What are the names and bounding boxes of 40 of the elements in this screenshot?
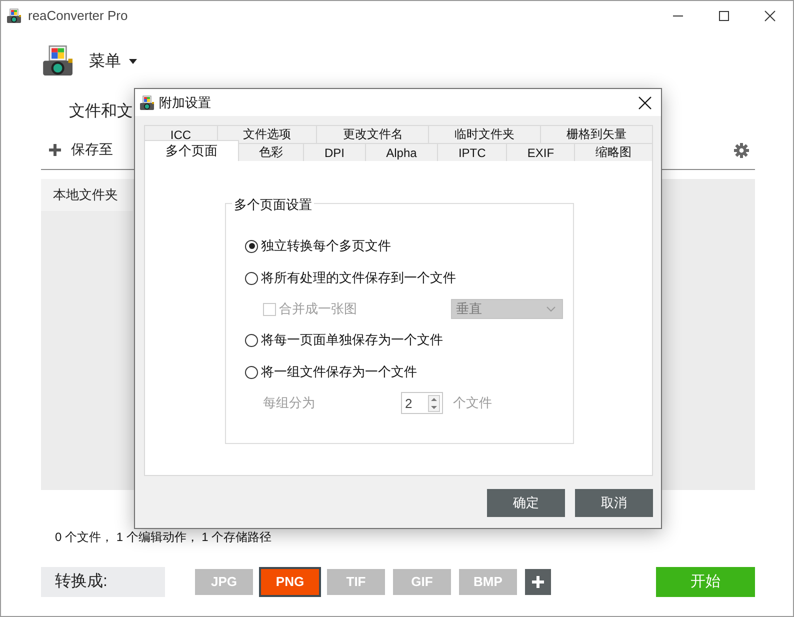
- tab[interactable]: 更改文件名: [316, 125, 430, 143]
- caret-icon[interactable]: [129, 58, 137, 64]
- app-logo-icon: [41, 44, 75, 78]
- group-title: 多个页面设置: [232, 196, 314, 214]
- tab[interactable]: 色彩: [238, 143, 304, 161]
- tab[interactable]: 多个页面: [144, 140, 239, 161]
- tab[interactable]: 栅格到矢量: [540, 125, 653, 143]
- spin-label: 每组分为: [263, 394, 316, 412]
- tab[interactable]: DPI: [303, 143, 366, 161]
- settings-icon[interactable]: [734, 142, 749, 158]
- radio-option[interactable]: 将一组文件保存为一个文件: [245, 363, 417, 381]
- dialog-button[interactable]: 取消: [575, 489, 653, 517]
- tab[interactable]: Alpha: [364, 143, 438, 161]
- tab[interactable]: EXIF: [506, 143, 576, 161]
- spinner-arrows-icon[interactable]: [428, 394, 440, 412]
- tab[interactable]: IPTC: [437, 143, 508, 161]
- radio-option[interactable]: 将所有处理的文件保存到一个文件: [245, 269, 456, 287]
- convert-to-label: 转换成:: [41, 566, 165, 596]
- format-button[interactable]: PNG: [261, 568, 319, 594]
- tab[interactable]: 文件选项: [216, 125, 318, 143]
- tab[interactable]: 临时文件夹: [428, 125, 542, 143]
- dialog-button[interactable]: 确定: [487, 489, 565, 517]
- status-text: 0 个文件， 1 个编辑动作， 1 个存储路径: [55, 529, 273, 546]
- menu-button[interactable]: 菜单: [89, 50, 137, 72]
- close-icon[interactable]: [764, 10, 776, 22]
- app-icon: [139, 94, 155, 110]
- panel-tab[interactable]: 本地文件夹: [41, 179, 133, 211]
- unit-label: 个文件: [453, 394, 492, 412]
- close-icon[interactable]: [638, 96, 652, 110]
- radio-option[interactable]: 独立转换每个多页文件: [245, 237, 391, 255]
- maximize-icon[interactable]: [718, 10, 730, 22]
- dialog-title: 附加设置: [159, 94, 211, 112]
- section-heading: 文件和文: [69, 102, 133, 122]
- save-to-button[interactable]: 保存至: [49, 141, 113, 159]
- window-title: reaConverter Pro: [28, 8, 128, 23]
- radio-option[interactable]: 将每一页面单独保存为一个文件: [245, 331, 443, 349]
- tab[interactable]: 缩略图: [574, 143, 653, 161]
- plus-icon[interactable]: [49, 144, 61, 156]
- add-format-button[interactable]: [525, 568, 551, 594]
- app-icon: [6, 8, 22, 24]
